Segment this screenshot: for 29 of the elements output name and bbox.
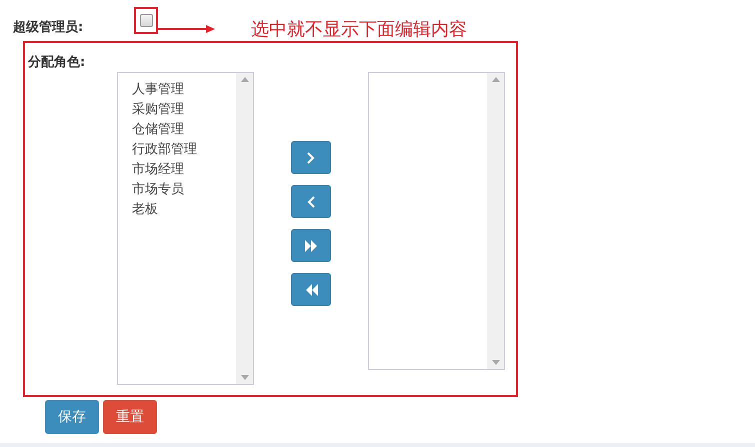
role-option[interactable]: 市场专员 xyxy=(132,180,184,200)
save-button[interactable]: 保存 xyxy=(45,400,99,434)
scroll-down-icon[interactable] xyxy=(240,375,248,380)
role-option[interactable]: 行政部管理 xyxy=(132,140,197,160)
annotation-text: 选中就不显示下面编辑内容 xyxy=(251,19,467,41)
scrollbar[interactable] xyxy=(487,73,504,369)
super-admin-checkbox[interactable] xyxy=(140,14,152,27)
role-option[interactable]: 老板 xyxy=(132,200,158,220)
chevron-left-icon xyxy=(307,196,315,208)
available-roles-list[interactable]: 人事管理 采购管理 仓储管理 行政部管理 市场经理 市场专员 老板 xyxy=(117,72,254,385)
move-left-button[interactable] xyxy=(291,185,331,218)
scroll-up-icon[interactable] xyxy=(240,77,248,82)
move-all-left-button[interactable] xyxy=(291,273,331,306)
rewind-icon xyxy=(304,284,318,296)
move-all-right-button[interactable] xyxy=(291,229,331,262)
selected-roles-list[interactable] xyxy=(368,72,505,370)
move-right-button[interactable] xyxy=(291,141,331,174)
scrollbar[interactable] xyxy=(236,73,253,384)
role-option[interactable]: 市场经理 xyxy=(132,160,184,180)
chevron-right-icon xyxy=(307,152,315,164)
fast-forward-icon xyxy=(304,240,318,252)
reset-button[interactable]: 重置 xyxy=(103,400,157,434)
role-option[interactable]: 人事管理 xyxy=(132,80,184,100)
role-option[interactable]: 仓储管理 xyxy=(132,120,184,140)
roles-label: 分配角色: xyxy=(28,54,86,72)
scroll-down-icon[interactable] xyxy=(492,360,500,365)
role-option[interactable]: 采购管理 xyxy=(132,100,184,120)
super-admin-label: 超级管理员: xyxy=(13,19,84,36)
scroll-up-icon[interactable] xyxy=(492,77,500,82)
